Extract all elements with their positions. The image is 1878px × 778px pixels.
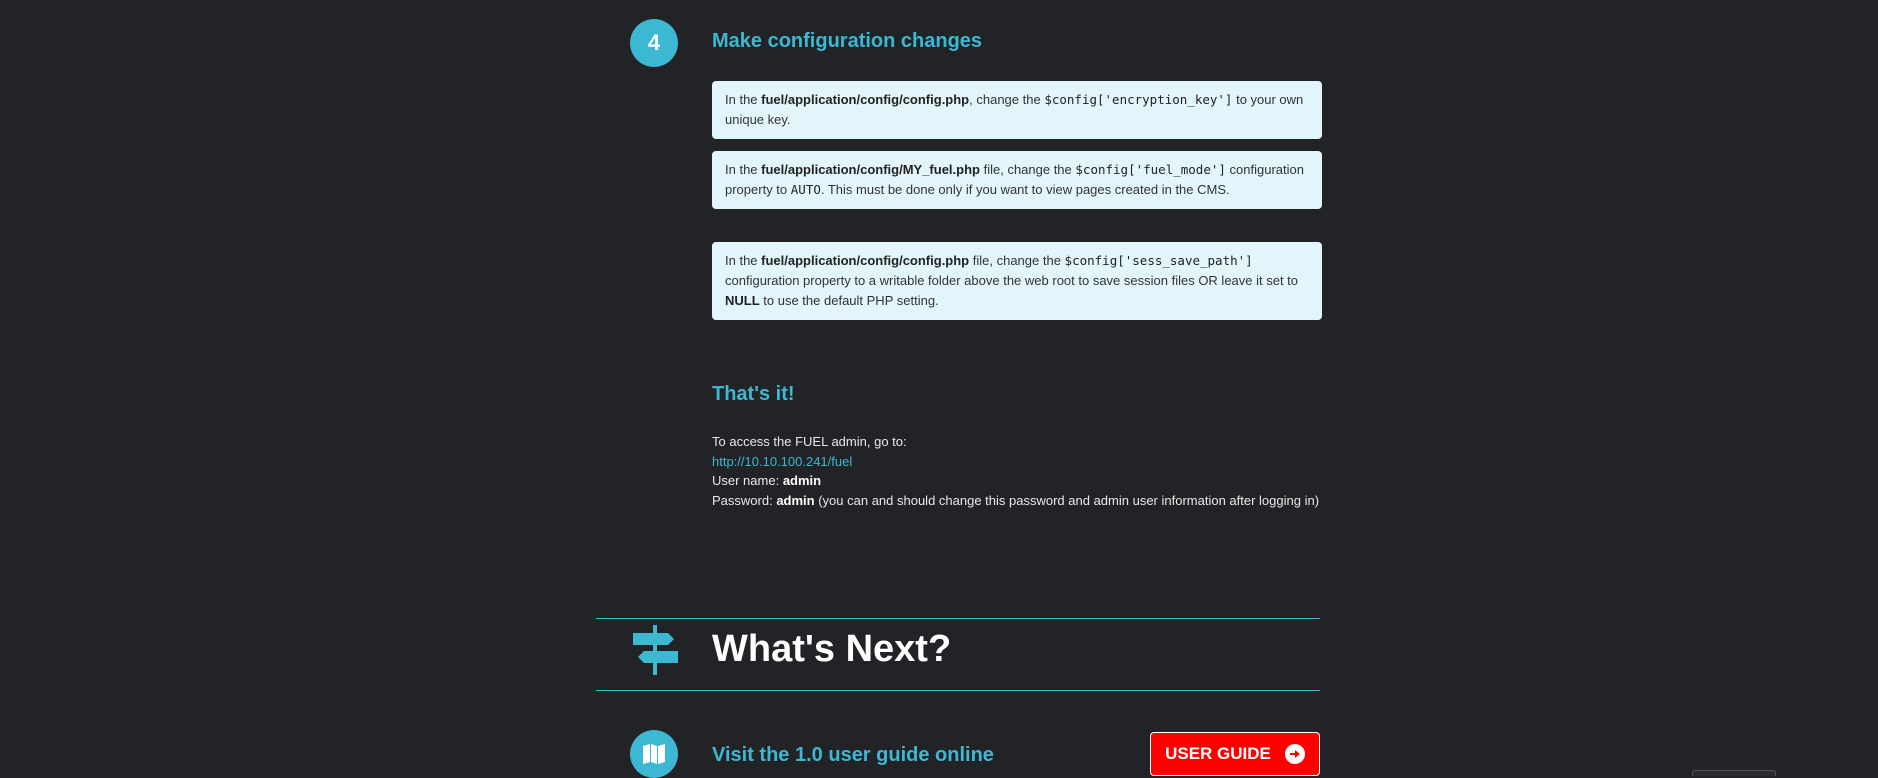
section-divider-bottom	[596, 690, 1320, 691]
note-file-path: fuel/application/config/MY_fuel.php	[761, 162, 980, 177]
thats-it-heading: That's it!	[712, 383, 795, 405]
note-bold-value: NULL	[725, 293, 760, 308]
section-divider-top	[596, 618, 1320, 619]
step-title: Make configuration changes	[712, 30, 983, 52]
config-note-fuel-mode: In the fuel/application/config/MY_fuel.p…	[712, 151, 1322, 209]
user-guide-button-label: USER GUIDE	[1165, 744, 1271, 763]
password-note: (you can and should change this password…	[814, 492, 1320, 508]
note-text: In the	[725, 92, 762, 107]
note-code: $config['sess_save_path']	[1064, 253, 1253, 268]
password-value: admin	[776, 492, 815, 508]
whats-next-heading: What's Next?	[712, 628, 952, 670]
username-line: User name: admin	[712, 471, 1322, 491]
arrow-right-circle-icon	[1284, 744, 1305, 764]
note-text: In the	[725, 253, 762, 268]
password-label: Password:	[712, 492, 777, 508]
username-value: admin	[782, 473, 822, 488]
floating-widget-edge[interactable]	[1692, 770, 1776, 776]
note-text: In the	[725, 162, 762, 177]
step-number-badge: 4	[630, 19, 678, 67]
password-line: Password: admin (you can and should chan…	[712, 491, 1322, 511]
note-text: . This must be done only if you want to …	[820, 182, 1230, 197]
username-label: User name:	[712, 473, 783, 488]
note-file-path: fuel/application/config/config.php	[761, 253, 970, 268]
note-text: , change the	[969, 92, 1045, 107]
note-file-path: fuel/application/config/config.php	[761, 92, 970, 107]
config-note-encryption-key: In the fuel/application/config/config.ph…	[712, 81, 1322, 139]
note-code: AUTO	[790, 182, 821, 197]
admin-url-link[interactable]: http://10.10.100.241/fuel	[712, 454, 852, 469]
note-text: file, change the	[979, 162, 1076, 177]
note-code: $config['encryption_key']	[1044, 92, 1233, 107]
config-note-sess-save-path: In the fuel/application/config/config.ph…	[712, 242, 1322, 320]
user-guide-button[interactable]: USER GUIDE	[1150, 732, 1320, 776]
access-intro: To access the FUEL admin, go to:	[712, 434, 907, 449]
note-text: to use the default PHP setting.	[759, 293, 939, 308]
map-icon	[643, 744, 665, 764]
admin-access-info: To access the FUEL admin, go to: http://…	[712, 432, 1322, 510]
note-text: file, change the	[969, 253, 1065, 268]
note-code: $config['fuel_mode']	[1075, 162, 1226, 177]
user-guide-heading: Visit the 1.0 user guide online	[712, 744, 994, 766]
note-text: configuration property to a writable fol…	[725, 273, 1299, 288]
map-icon-badge	[630, 730, 678, 778]
signpost-icon	[633, 625, 678, 675]
